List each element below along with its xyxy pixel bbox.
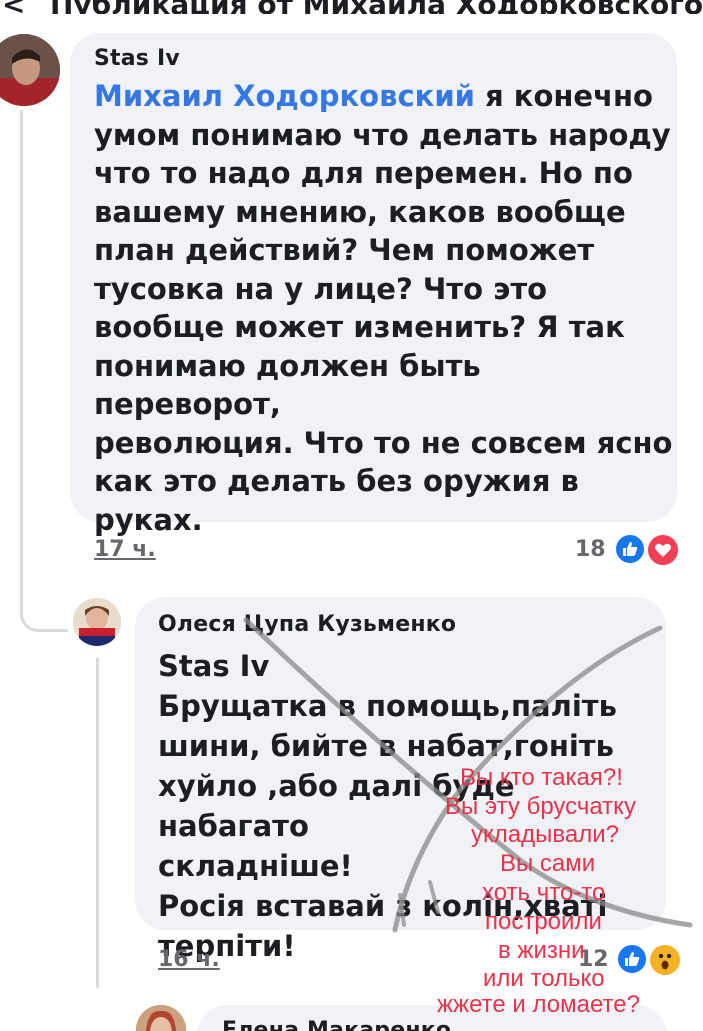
- comment-line: руках.: [94, 502, 203, 537]
- page-title: Публикация от Михаила Ходорковского: [50, 0, 703, 14]
- reply-author[interactable]: Олеся Цупа Кузьменко: [158, 612, 456, 637]
- annotation-line: жжете и ломаете?: [437, 991, 640, 1018]
- reply-line: Stas Iv: [158, 649, 270, 683]
- avatar-photo-icon: [0, 34, 60, 106]
- thread-line: [20, 110, 23, 615]
- annotation-line: хоть что-то: [482, 879, 606, 906]
- comment-line: как это делать без оружия в: [94, 464, 579, 498]
- annotation-line: укладывали?: [471, 821, 619, 848]
- thread-connector: [20, 600, 68, 632]
- avatar[interactable]: [136, 1005, 186, 1031]
- avatar-photo-icon: [136, 1005, 186, 1031]
- comment-line: вообще может изменить? Я так: [94, 310, 625, 344]
- reply-line: шини, бийте в набат,гоніть: [158, 729, 614, 763]
- reply-timestamp[interactable]: 16 ч.: [158, 947, 220, 972]
- comment-timestamp[interactable]: 17 ч.: [94, 537, 156, 562]
- like-icon[interactable]: [614, 533, 646, 565]
- love-icon[interactable]: [646, 533, 680, 567]
- comment-author[interactable]: Stas Iv: [94, 46, 180, 71]
- mention-link[interactable]: Михаил Ходорковский: [94, 79, 475, 113]
- comment-line: революция. Что то не совсем ясно: [94, 425, 673, 460]
- comment-line: понимаю должен быть переворот,: [94, 348, 481, 422]
- like-icon[interactable]: [616, 943, 648, 975]
- avatar[interactable]: [0, 34, 60, 106]
- annotation-line: или только: [483, 965, 605, 992]
- annotation-line: Вы эту брусчатку: [445, 793, 636, 820]
- thread-line: [96, 658, 99, 988]
- comment-line: план действий? Чем поможет: [94, 233, 595, 267]
- annotation-line: построили: [485, 908, 602, 935]
- page-header: < Публикация от Михаила Ходорковского: [0, 0, 703, 14]
- comment-line: вашему мнению, каков вообще: [94, 194, 626, 229]
- avatar[interactable]: [73, 598, 121, 646]
- comment-author[interactable]: Елена Макаренко: [222, 1018, 451, 1031]
- comment-line: что то надо для перемен. Но по: [94, 156, 633, 190]
- annotation-line: в жизни: [498, 937, 585, 964]
- reaction-count[interactable]: 18: [575, 537, 606, 562]
- comment-text: Михаил Ходорковский я конечно умом поним…: [94, 77, 674, 539]
- avatar-photo-icon: [73, 598, 121, 646]
- back-icon[interactable]: <: [2, 0, 25, 14]
- reply-line: Брущатка в помощь,паліть: [158, 689, 617, 723]
- wow-icon[interactable]: [648, 943, 682, 977]
- annotation-line: Вы кто такая?!: [460, 764, 623, 791]
- comment-line: я конечно: [474, 79, 653, 113]
- comment-line: умом понимаю что делать народу: [94, 117, 671, 152]
- annotation-line: Вы сами: [500, 850, 596, 877]
- comment-line: тусовка на у лице? Что это: [94, 271, 548, 306]
